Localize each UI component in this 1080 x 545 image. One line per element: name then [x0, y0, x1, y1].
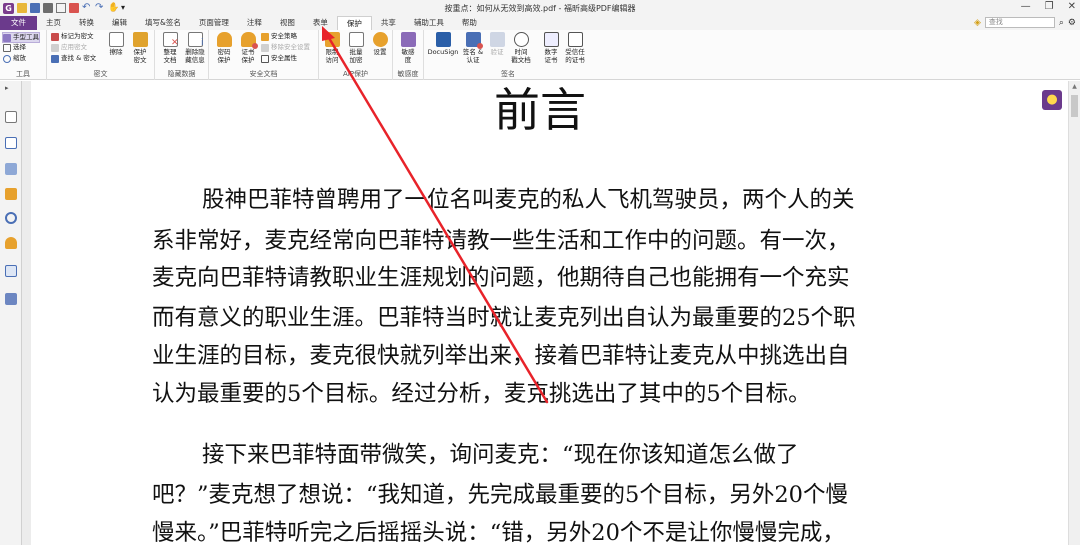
annotation-arrow — [322, 26, 549, 404]
annotation-arrow-line — [324, 31, 549, 404]
annotation-arrowhead — [322, 26, 335, 41]
